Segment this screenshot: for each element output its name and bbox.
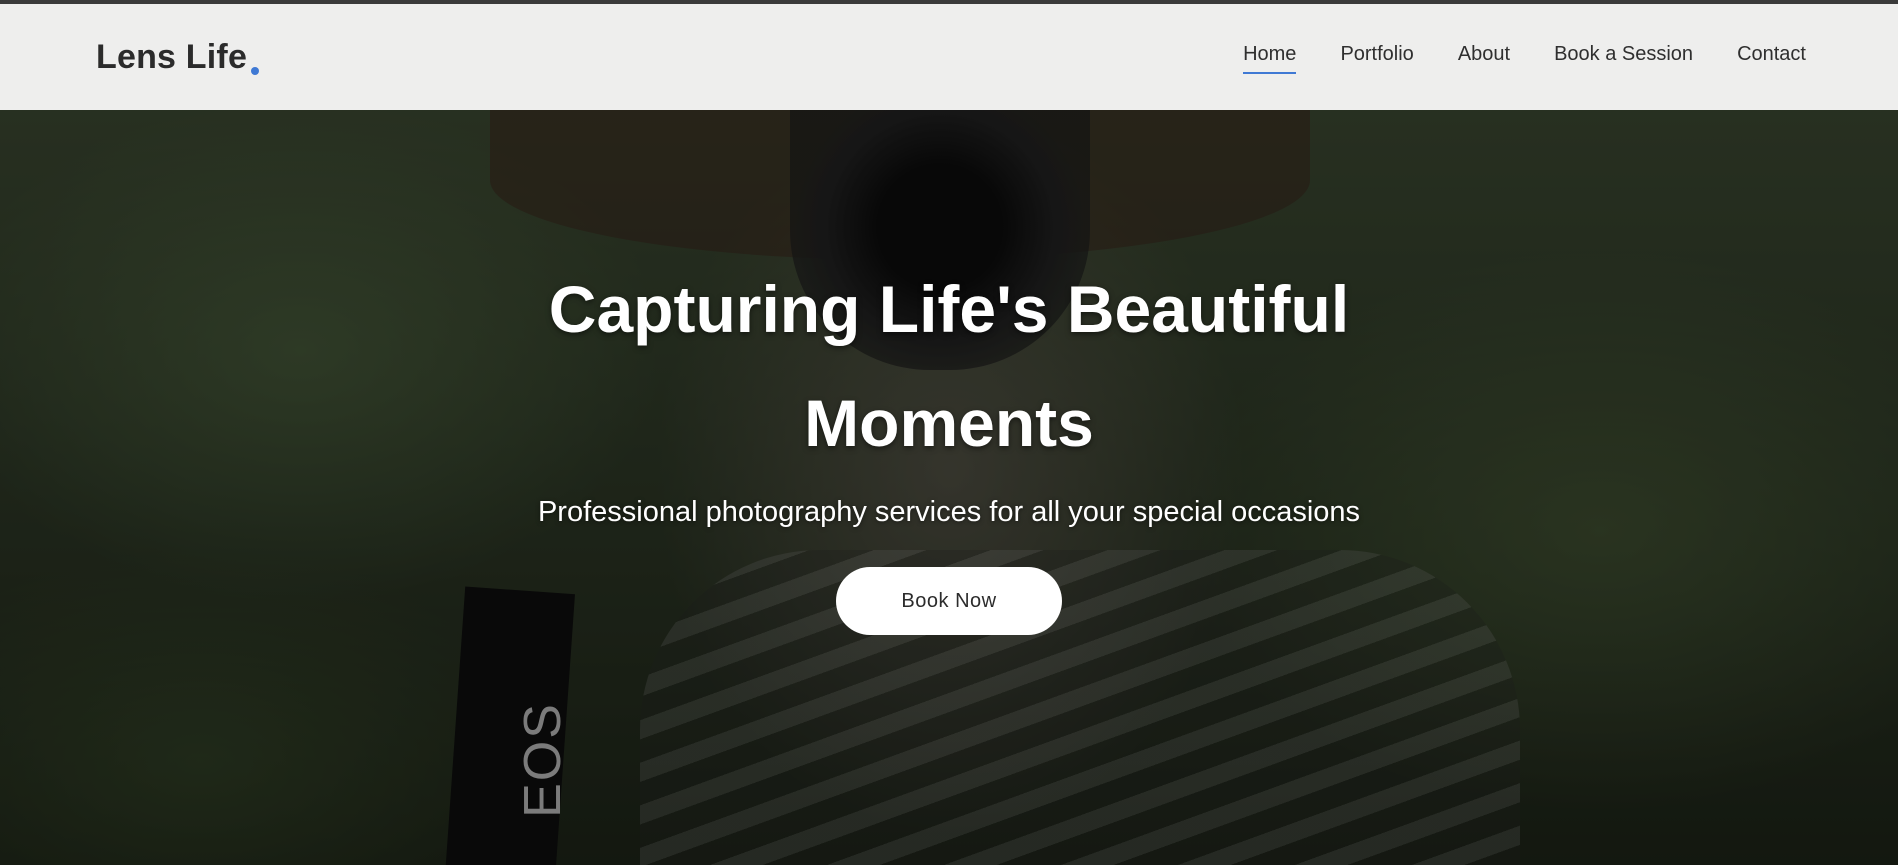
logo-dot	[251, 66, 260, 75]
hero-subtitle: Professional photography services for al…	[537, 496, 1361, 528]
logo[interactable]: Lens Life	[96, 37, 260, 77]
nav-item-portfolio[interactable]: Portfolio	[1340, 43, 1413, 72]
nav-item-about[interactable]: About	[1458, 43, 1510, 72]
main-nav: Home Portfolio About Book a Session Cont…	[1243, 43, 1806, 74]
nav-item-home[interactable]: Home	[1243, 43, 1297, 74]
nav-item-book-a-session[interactable]: Book a Session	[1554, 43, 1693, 72]
hero-content: Capturing Life's Beautiful Moments Profe…	[0, 110, 1898, 865]
logo-text: Lens Life	[96, 37, 248, 76]
hero-title: Capturing Life's Beautiful Moments	[548, 272, 1350, 460]
nav-item-contact[interactable]: Contact	[1737, 43, 1806, 72]
book-now-button[interactable]: Book Now	[836, 567, 1062, 635]
site-header: Lens Life Home Portfolio About Book a Se…	[0, 4, 1898, 110]
